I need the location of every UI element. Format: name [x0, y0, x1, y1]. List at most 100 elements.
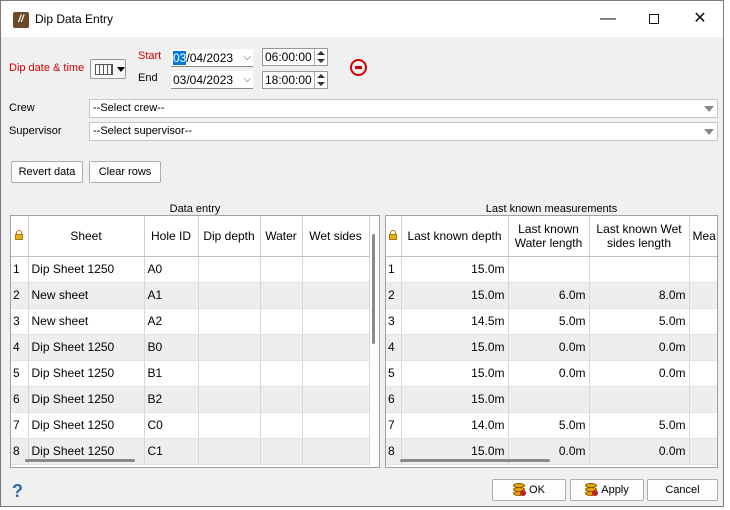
cell-dip-depth[interactable]: [198, 308, 261, 335]
last-known-horizontal-scrollbar[interactable]: [400, 459, 550, 462]
spin-down-icon[interactable]: [317, 59, 325, 63]
cell-sheet[interactable]: Dip Sheet 1250: [28, 360, 145, 387]
cell-water[interactable]: [260, 386, 303, 413]
cell-measurement: [689, 386, 717, 413]
column-header-hole-id[interactable]: Hole ID: [144, 216, 199, 257]
cell-water[interactable]: [260, 360, 303, 387]
lock-column-header[interactable]: [11, 216, 29, 257]
cell-hole-id[interactable]: A0: [144, 256, 199, 283]
table-row[interactable]: 1 Dip Sheet 1250 A0: [11, 256, 370, 283]
cell-hole-id[interactable]: C1: [144, 438, 199, 465]
cell-dip-depth[interactable]: [198, 360, 261, 387]
column-header-wet-sides[interactable]: Wet sides: [302, 216, 370, 257]
cell-dip-depth[interactable]: [198, 386, 261, 413]
cell-last-known-water: 5.0m: [508, 412, 590, 439]
crew-select[interactable]: --Select crew--: [89, 99, 718, 118]
cell-dip-depth[interactable]: [198, 412, 261, 439]
cell-sheet[interactable]: Dip Sheet 1250: [28, 386, 145, 413]
table-row[interactable]: 3 New sheet A2: [11, 308, 370, 335]
cell-hole-id[interactable]: A2: [144, 308, 199, 335]
lock-icon: [15, 229, 24, 240]
start-time-input[interactable]: 06:00:00: [262, 48, 328, 66]
end-time-spinner[interactable]: [314, 72, 327, 88]
column-header-water[interactable]: Water: [260, 216, 303, 257]
cell-dip-depth[interactable]: [198, 256, 261, 283]
row-number: 7: [386, 412, 402, 439]
cell-wet-sides[interactable]: [302, 256, 370, 283]
cell-wet-sides[interactable]: [302, 282, 370, 309]
spin-up-icon[interactable]: [317, 74, 325, 78]
cell-sheet[interactable]: Dip Sheet 1250: [28, 334, 145, 361]
ok-button[interactable]: OK: [492, 479, 566, 501]
spin-down-icon[interactable]: [317, 82, 325, 86]
row-number: 8: [386, 438, 402, 465]
end-date-input[interactable]: 03/04/2023 ⌵: [171, 71, 253, 89]
end-time-value: 18:00:00: [265, 73, 312, 87]
cell-wet-sides[interactable]: [302, 334, 370, 361]
column-header-last-known-depth[interactable]: Last known depth: [401, 216, 509, 257]
close-button[interactable]: ✕: [677, 1, 723, 37]
data-entry-vertical-scrollbar[interactable]: [372, 234, 375, 344]
apply-button[interactable]: Apply: [570, 479, 644, 501]
cell-water[interactable]: [260, 412, 303, 439]
cell-last-known-wet-sides: 5.0m: [589, 412, 690, 439]
help-icon[interactable]: ?: [12, 481, 23, 502]
calendar-dropdown-button[interactable]: [90, 59, 126, 79]
remove-date-icon[interactable]: [350, 59, 367, 76]
cell-water[interactable]: [260, 438, 303, 465]
cell-hole-id[interactable]: A1: [144, 282, 199, 309]
apply-button-label: Apply: [601, 484, 629, 496]
table-row: 6 15.0m: [386, 386, 717, 413]
cell-sheet[interactable]: Dip Sheet 1250: [28, 256, 145, 283]
cell-sheet[interactable]: Dip Sheet 1250: [28, 412, 145, 439]
cell-hole-id[interactable]: B1: [144, 360, 199, 387]
table-row[interactable]: 5 Dip Sheet 1250 B1: [11, 360, 370, 387]
revert-data-button[interactable]: Revert data: [11, 161, 83, 183]
cell-wet-sides[interactable]: [302, 438, 370, 465]
start-date-input[interactable]: 03/04/2023 ⌵: [171, 49, 253, 67]
cell-wet-sides[interactable]: [302, 360, 370, 387]
supervisor-select[interactable]: --Select supervisor--: [89, 122, 718, 141]
app-logo-icon: //: [13, 12, 29, 28]
column-header-dip-depth[interactable]: Dip depth: [198, 216, 261, 257]
spin-up-icon[interactable]: [317, 51, 325, 55]
cell-sheet[interactable]: New sheet: [28, 282, 145, 309]
cell-dip-depth[interactable]: [198, 438, 261, 465]
column-header-measurement-truncated[interactable]: Mea: [689, 216, 717, 257]
cell-dip-depth[interactable]: [198, 282, 261, 309]
chevron-down-icon[interactable]: ⌵: [243, 71, 251, 89]
column-header-last-known-wet-sides-length[interactable]: Last known Wet sides length: [589, 216, 690, 257]
column-header-last-known-water-length[interactable]: Last known Water length: [508, 216, 590, 257]
table-row[interactable]: 7 Dip Sheet 1250 C0: [11, 412, 370, 439]
cell-water[interactable]: [260, 308, 303, 335]
cell-water[interactable]: [260, 282, 303, 309]
table-row[interactable]: 2 New sheet A1: [11, 282, 370, 309]
cell-sheet[interactable]: New sheet: [28, 308, 145, 335]
cell-hole-id[interactable]: C0: [144, 412, 199, 439]
dip-data-entry-window: // Dip Data Entry — ✕ Dip date & time St…: [0, 0, 724, 507]
data-entry-horizontal-scrollbar[interactable]: [25, 459, 135, 462]
cell-water[interactable]: [260, 334, 303, 361]
row-number: 6: [11, 386, 29, 413]
table-row[interactable]: 4 Dip Sheet 1250 B0: [11, 334, 370, 361]
maximize-button[interactable]: [631, 1, 677, 37]
cell-wet-sides[interactable]: [302, 386, 370, 413]
start-time-spinner[interactable]: [314, 49, 327, 65]
cell-wet-sides[interactable]: [302, 308, 370, 335]
clear-rows-button[interactable]: Clear rows: [89, 161, 161, 183]
chevron-down-icon[interactable]: ⌵: [243, 49, 251, 67]
table-row[interactable]: 6 Dip Sheet 1250 B2: [11, 386, 370, 413]
end-time-input[interactable]: 18:00:00: [262, 71, 328, 89]
cell-hole-id[interactable]: B2: [144, 386, 199, 413]
chevron-down-icon: [704, 129, 714, 135]
column-header-sheet[interactable]: Sheet: [28, 216, 145, 257]
minimize-button[interactable]: —: [585, 1, 631, 37]
cell-last-known-water: [508, 256, 590, 283]
dialog-content: Dip date & time Start End 03/04/2023 ⌵ 0…: [1, 37, 723, 506]
data-entry-title: Data entry: [169, 203, 221, 215]
cell-hole-id[interactable]: B0: [144, 334, 199, 361]
cancel-button[interactable]: Cancel: [647, 479, 718, 501]
cell-wet-sides[interactable]: [302, 412, 370, 439]
cell-water[interactable]: [260, 256, 303, 283]
cell-dip-depth[interactable]: [198, 334, 261, 361]
